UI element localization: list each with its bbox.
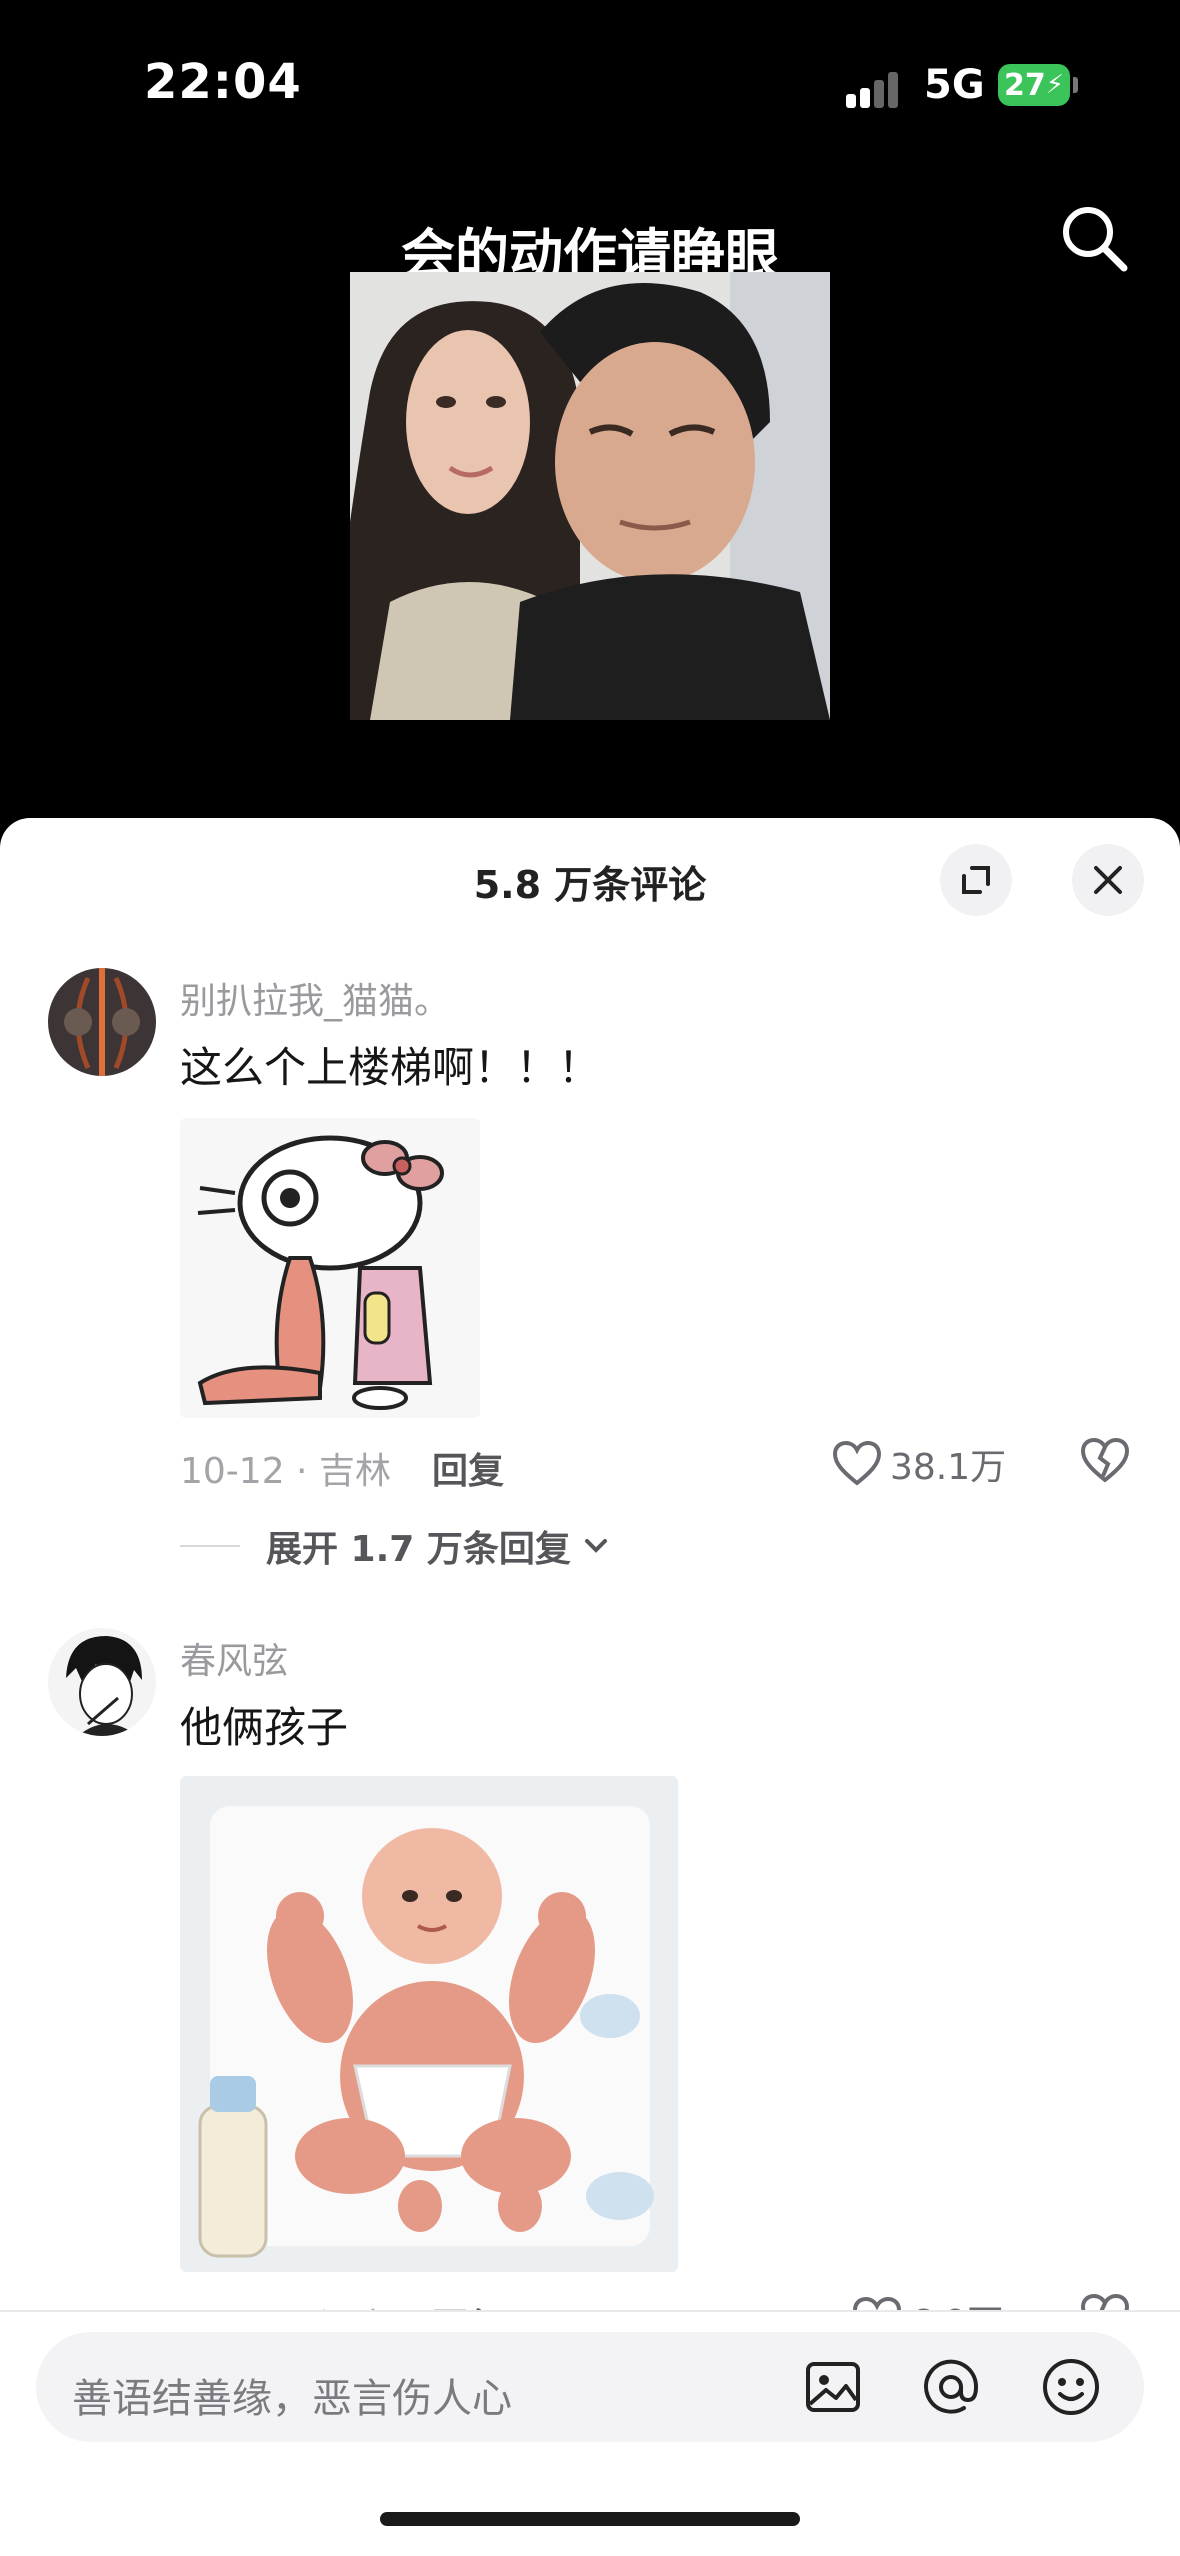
expand-replies-label: 展开 1.7 万条回复 xyxy=(266,1529,571,1570)
like-button[interactable]: 38.1万 xyxy=(832,1438,1006,1490)
broken-heart-icon xyxy=(1080,1437,1130,1483)
mention-button[interactable] xyxy=(918,2354,984,2420)
comments-sheet: 5.8 万条评论 别扒拉我_猫猫。 这么个上楼梯啊！！！ 10-12 · 吉林 … xyxy=(0,818,1180,2556)
image-picker-button[interactable] xyxy=(800,2354,866,2420)
status-bar: 22:04 5G 27 ⚡ xyxy=(0,0,1180,170)
dislike-button[interactable] xyxy=(1080,1437,1130,1486)
expand-icon xyxy=(962,866,990,894)
comment-text: 他俩孩子 xyxy=(180,1703,349,1752)
comment-item: 别扒拉我_猫猫。 这么个上楼梯啊！！！ 10-12 · 吉林 回复 38.1万 … xyxy=(0,968,1180,1608)
emoji-icon xyxy=(1043,2359,1099,2415)
at-icon xyxy=(924,2359,979,2414)
sheet-header: 5.8 万条评论 xyxy=(0,818,1180,938)
network-type: 5G xyxy=(924,62,985,108)
like-count: 38.1万 xyxy=(890,1447,1007,1488)
emoji-button[interactable] xyxy=(1038,2354,1104,2420)
home-indicator[interactable] xyxy=(380,2512,800,2526)
comment-username[interactable]: 别扒拉我_猫猫。 xyxy=(180,972,450,1024)
battery-level: 27 xyxy=(1003,67,1046,103)
battery-tip xyxy=(1073,77,1078,93)
comment-input-placeholder: 善语结善缘，恶言伤人心 xyxy=(72,2376,512,2422)
expand-replies[interactable]: 展开 1.7 万条回复 xyxy=(180,1520,613,1572)
comment-username[interactable]: 春风弦 xyxy=(180,1632,288,1684)
comment-sticker[interactable] xyxy=(180,1118,480,1418)
avatar[interactable] xyxy=(48,968,156,1076)
close-button[interactable] xyxy=(1072,844,1144,916)
status-time: 22:04 xyxy=(144,54,302,110)
avatar[interactable] xyxy=(48,1628,156,1736)
search-icon[interactable] xyxy=(1056,200,1132,276)
battery-icon: 27 ⚡ xyxy=(998,64,1070,106)
comment-text: 这么个上楼梯啊！！！ xyxy=(180,1043,601,1092)
comment-input-bar: 善语结善缘，恶言伤人心 xyxy=(0,2310,1180,2556)
heart-icon xyxy=(832,1441,882,1486)
signal-icon xyxy=(846,70,908,108)
comment-image[interactable] xyxy=(180,1776,678,2272)
expand-sheet-button[interactable] xyxy=(940,844,1012,916)
video-photo[interactable] xyxy=(350,272,830,720)
close-icon xyxy=(1094,866,1122,894)
reply-button[interactable]: 回复 xyxy=(432,1442,504,1494)
comment-input[interactable]: 善语结善缘，恶言伤人心 xyxy=(36,2332,1144,2442)
image-icon xyxy=(806,2362,860,2412)
expand-divider xyxy=(180,1545,240,1547)
chevron-down-icon xyxy=(584,1539,607,1553)
comment-date-location: 10-12 · 吉林 xyxy=(180,1451,391,1492)
